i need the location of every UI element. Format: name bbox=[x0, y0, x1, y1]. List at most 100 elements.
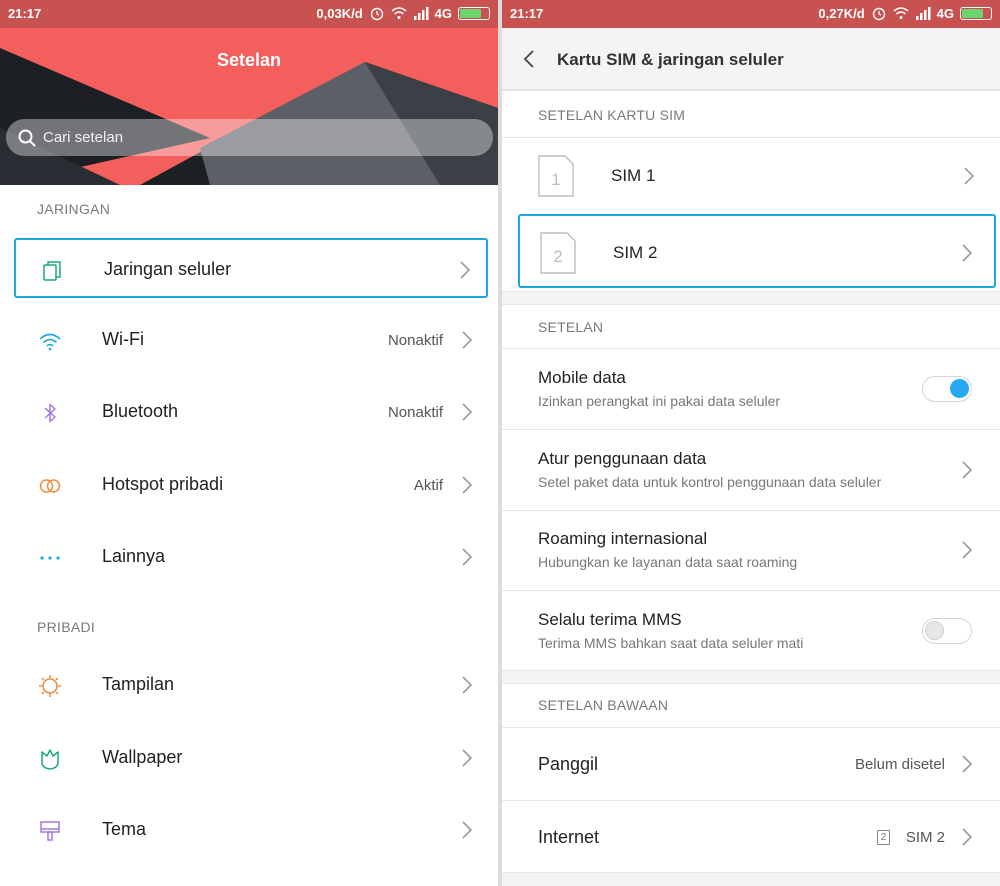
dual-sim-icon bbox=[40, 259, 64, 283]
signal-icon bbox=[413, 5, 429, 21]
wallpaper-icon bbox=[38, 747, 62, 771]
sim-label: SIM 2 bbox=[613, 243, 658, 262]
sim-row-2[interactable]: 2 SIM 2 bbox=[518, 214, 996, 288]
settings-item-hotspot[interactable]: Hotspot pribadi Aktif bbox=[14, 455, 488, 515]
settings-group: SETELAN Mobile data Izinkan perangkat in… bbox=[502, 304, 1000, 671]
search-icon bbox=[18, 129, 36, 151]
chevron-right-icon bbox=[960, 826, 974, 848]
setting-selalu-terima-mms[interactable]: Selalu terima MMS Terima MMS bahkan saat… bbox=[502, 591, 1000, 671]
chevron-right-icon bbox=[460, 401, 474, 423]
chevron-right-icon bbox=[460, 329, 474, 351]
default-settings-group: SETELAN BAWAAN Panggil Belum disetel Int… bbox=[502, 683, 1000, 873]
setting-title: Selalu terima MMS bbox=[538, 610, 682, 629]
chevron-right-icon bbox=[960, 753, 974, 775]
setting-title: Mobile data bbox=[538, 368, 626, 387]
settings-item-bluetooth[interactable]: Bluetooth Nonaktif bbox=[14, 382, 488, 442]
item-label: Hotspot pribadi bbox=[102, 474, 224, 494]
setting-title: Roaming internasional bbox=[538, 529, 708, 548]
bluetooth-icon bbox=[38, 401, 62, 425]
section-label-setelan-bawaan: SETELAN BAWAAN bbox=[538, 697, 669, 713]
mms-toggle[interactable] bbox=[922, 618, 972, 644]
status-time: 21:17 bbox=[8, 6, 42, 21]
chevron-right-icon bbox=[460, 474, 474, 496]
page-title: Kartu SIM & jaringan seluler bbox=[557, 50, 784, 69]
chevron-right-icon bbox=[460, 546, 474, 568]
sim-card-group: SETELAN KARTU SIM 1 SIM 1 2 SIM 2 bbox=[502, 90, 1000, 292]
setting-subtitle: Terima MMS bahkan saat data seluler mati bbox=[538, 635, 804, 651]
item-label: Tema bbox=[102, 819, 147, 839]
sim-badge-icon: 2 bbox=[877, 830, 890, 845]
default-value: Belum disetel bbox=[854, 756, 945, 773]
search-input[interactable]: Cari setelan bbox=[6, 119, 493, 156]
battery-icon bbox=[458, 6, 490, 20]
setting-atur-penggunaan-data[interactable]: Atur penggunaan data Setel paket data un… bbox=[502, 430, 1000, 510]
item-label: Jaringan seluler bbox=[104, 259, 232, 279]
network-type: 4G bbox=[434, 5, 452, 21]
setting-roaming-internasional[interactable]: Roaming internasional Hubungkan ke layan… bbox=[502, 510, 1000, 590]
wifi-icon bbox=[38, 329, 62, 353]
alarm-icon bbox=[871, 5, 887, 21]
brightness-icon bbox=[38, 674, 62, 698]
search-placeholder: Cari setelan bbox=[43, 129, 124, 146]
settings-item-wallpaper[interactable]: Wallpaper bbox=[14, 728, 488, 788]
default-title: Internet bbox=[538, 827, 600, 847]
status-bar: 21:17 0,27K/d 4G bbox=[502, 0, 1000, 28]
item-value: Nonaktif bbox=[387, 404, 443, 421]
section-label-sim: SETELAN KARTU SIM bbox=[538, 107, 686, 123]
app-bar: Kartu SIM & jaringan seluler bbox=[502, 28, 1000, 90]
sim-card-icon: 1 bbox=[538, 155, 574, 197]
default-value: SIM 2 bbox=[905, 829, 945, 846]
item-value: Aktif bbox=[413, 477, 443, 494]
setting-subtitle: Setel paket data untuk kontrol penggunaa… bbox=[538, 474, 882, 490]
battery-icon bbox=[960, 6, 992, 20]
section-label-pribadi: PRIBADI bbox=[37, 619, 96, 635]
signal-icon bbox=[915, 5, 931, 21]
settings-item-tampilan[interactable]: Tampilan bbox=[14, 655, 488, 715]
page-title: Setelan bbox=[216, 50, 282, 70]
chevron-right-icon bbox=[460, 674, 474, 696]
sim-row-1[interactable]: 1 SIM 1 bbox=[518, 139, 996, 213]
setting-title: Atur penggunaan data bbox=[538, 449, 707, 468]
network-speed: 0,27K/d bbox=[818, 5, 865, 21]
svg-text:2: 2 bbox=[553, 247, 562, 266]
status-time: 21:17 bbox=[510, 6, 544, 21]
setting-subtitle: Izinkan perangkat ini pakai data seluler bbox=[538, 393, 781, 409]
more-dots-icon bbox=[38, 546, 62, 570]
settings-item-wifi[interactable]: Wi-Fi Nonaktif bbox=[14, 310, 488, 370]
sim-card-icon: 2 bbox=[540, 232, 576, 274]
settings-screen: Setelan Cari setelan JARINGAN Jaringan s… bbox=[0, 0, 498, 886]
settings-item-tema[interactable]: Tema bbox=[14, 800, 488, 860]
wifi-status-icon bbox=[391, 5, 407, 21]
chevron-right-icon bbox=[960, 242, 974, 264]
chevron-right-icon bbox=[960, 539, 974, 561]
theme-brush-icon bbox=[38, 819, 62, 843]
back-arrow-icon[interactable] bbox=[522, 48, 536, 75]
settings-item-lainnya[interactable]: Lainnya bbox=[14, 527, 488, 587]
item-label: Wallpaper bbox=[102, 747, 183, 767]
item-label: Lainnya bbox=[102, 546, 166, 566]
chevron-right-icon bbox=[458, 259, 472, 281]
svg-text:1: 1 bbox=[551, 170, 560, 189]
status-bar: 21:17 0,03K/d 4G bbox=[0, 0, 498, 28]
default-row-internet[interactable]: Internet 2 SIM 2 bbox=[502, 801, 1000, 873]
mobile-data-toggle[interactable] bbox=[922, 376, 972, 402]
settings-item-jaringan-seluler[interactable]: Jaringan seluler bbox=[14, 238, 488, 298]
network-type: 4G bbox=[936, 5, 954, 21]
hotspot-icon bbox=[38, 474, 62, 498]
item-value: Nonaktif bbox=[387, 332, 443, 349]
default-title: Panggil bbox=[538, 754, 599, 774]
sim-label: SIM 1 bbox=[611, 166, 656, 185]
default-row-panggil[interactable]: Panggil Belum disetel bbox=[502, 728, 1000, 800]
sim-settings-screen: Kartu SIM & jaringan seluler SETELAN KAR… bbox=[502, 0, 1000, 886]
setting-subtitle: Hubungkan ke layanan data saat roaming bbox=[538, 554, 798, 570]
alarm-icon bbox=[369, 5, 385, 21]
chevron-right-icon bbox=[962, 165, 976, 187]
chevron-right-icon bbox=[460, 747, 474, 769]
wifi-status-icon bbox=[893, 5, 909, 21]
item-label: Bluetooth bbox=[102, 401, 179, 421]
section-label-jaringan: JARINGAN bbox=[37, 201, 111, 217]
setting-mobile-data[interactable]: Mobile data Izinkan perangkat ini pakai … bbox=[502, 349, 1000, 429]
item-label: Tampilan bbox=[102, 674, 175, 694]
item-label: Wi-Fi bbox=[102, 329, 144, 349]
network-speed: 0,03K/d bbox=[316, 5, 363, 21]
